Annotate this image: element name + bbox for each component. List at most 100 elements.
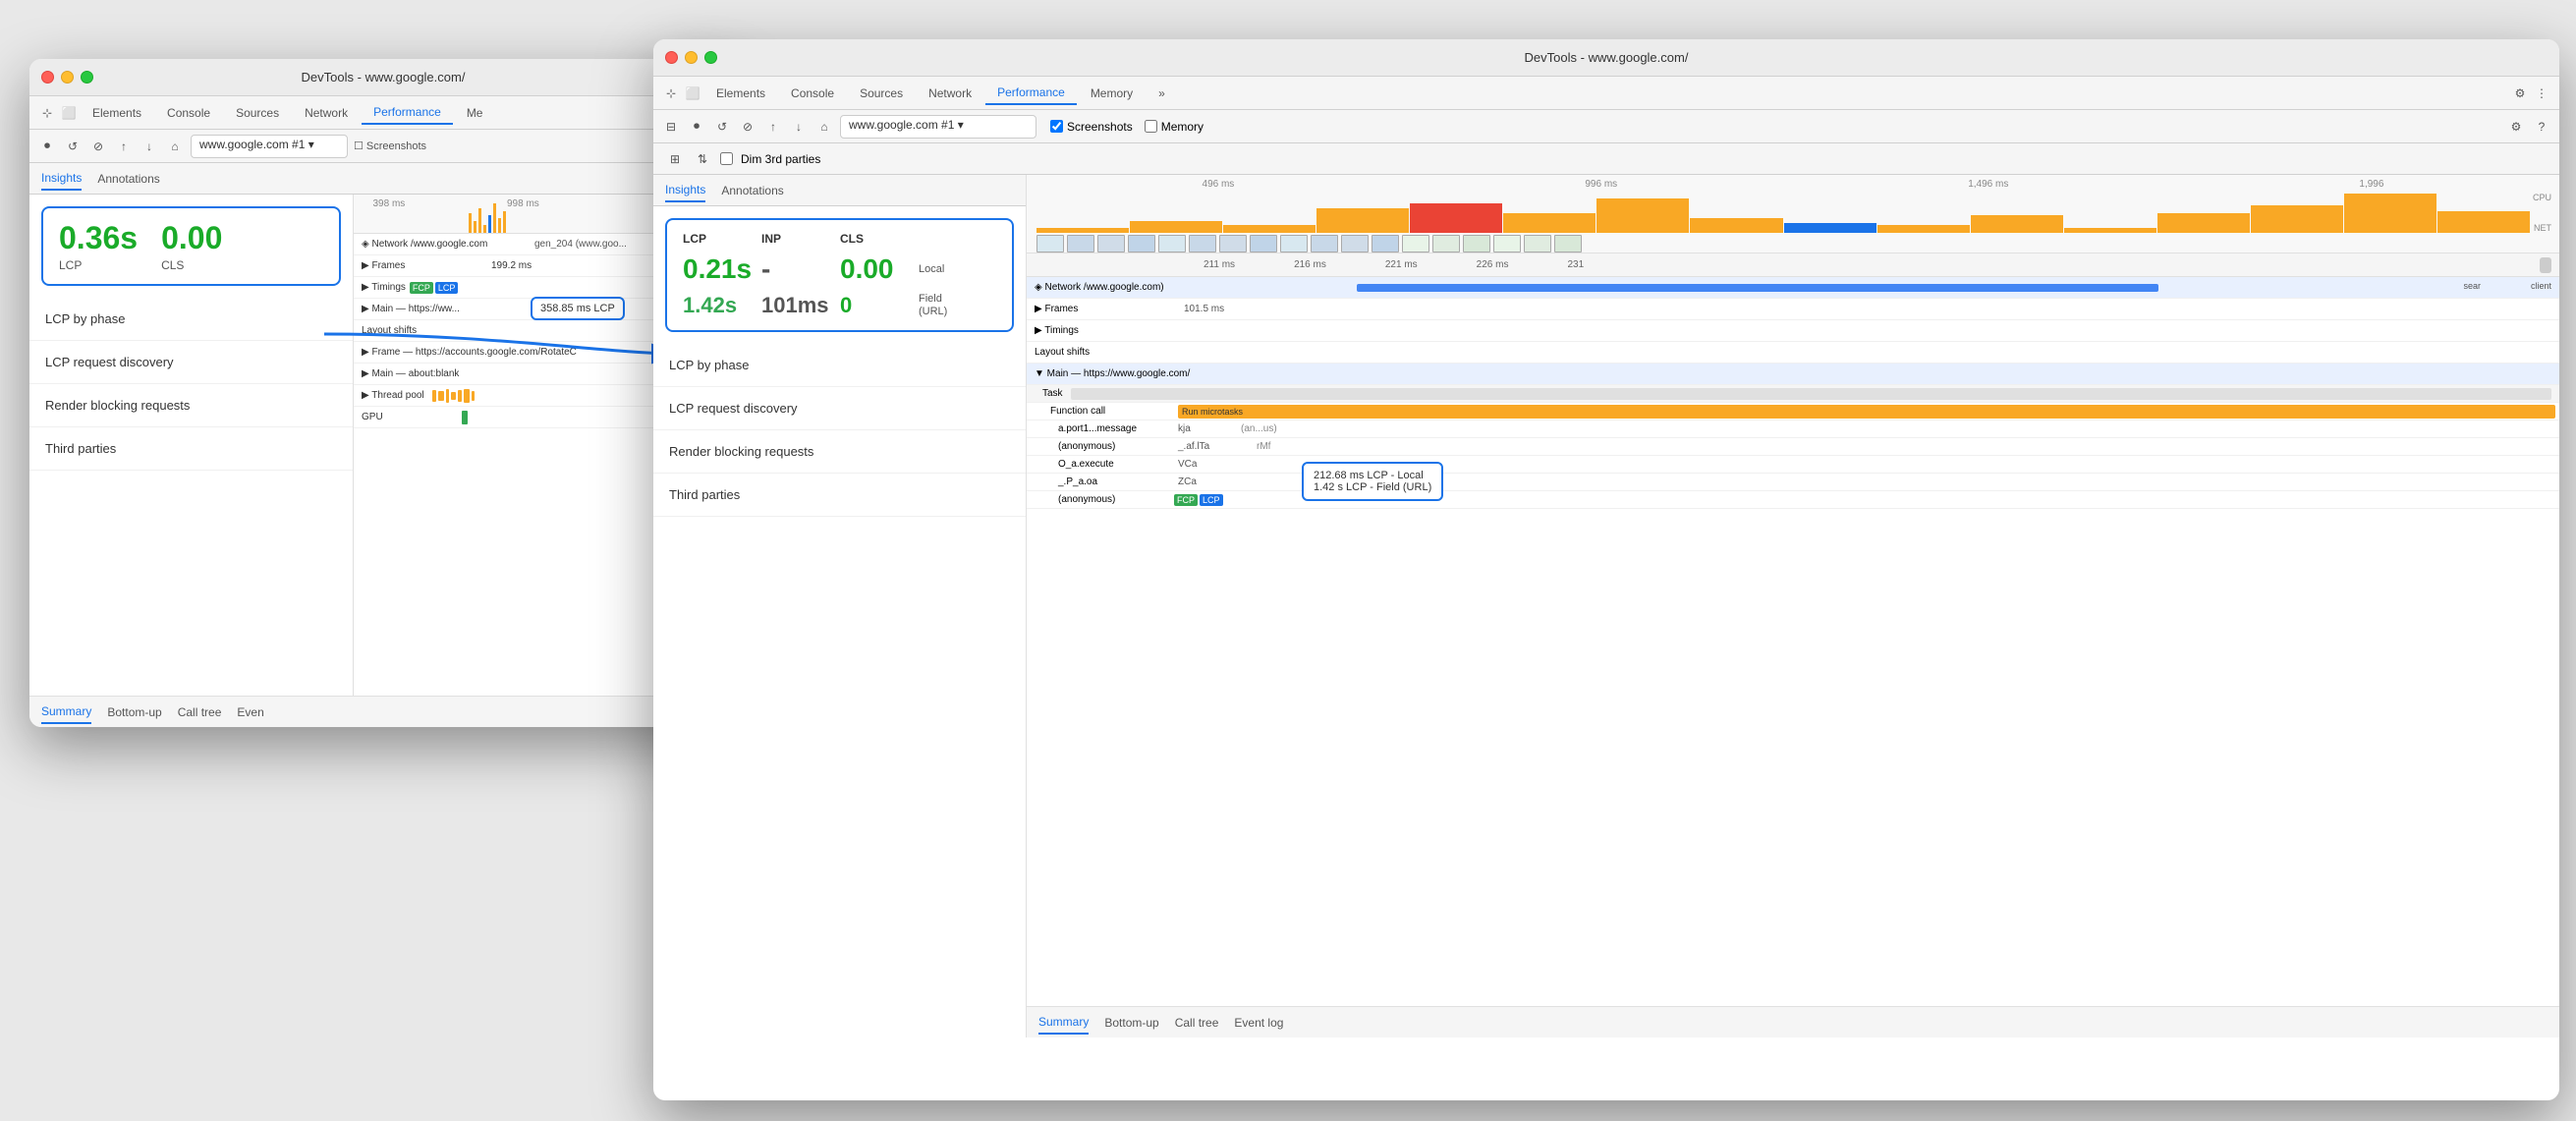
tl-frames-2: ▶ Frames	[1027, 304, 1125, 314]
insights-tab-1[interactable]: Insights	[41, 167, 82, 191]
device-icon-1[interactable]: ⬜	[59, 103, 79, 123]
annotations-tab-2[interactable]: Annotations	[721, 180, 783, 201]
download-icon-2[interactable]: ↓	[789, 117, 809, 137]
lcp-callout-text-1: 358.85 ms LCP	[540, 303, 615, 314]
record-icon-2[interactable]: ⏺	[687, 117, 706, 137]
minimize-button-1[interactable]	[61, 71, 74, 84]
tab-elements-2[interactable]: Elements	[704, 83, 777, 104]
memory-label-2: Memory	[1161, 120, 1204, 134]
time-marker-398: 398 ms	[373, 198, 406, 209]
inp-col-header: INP	[761, 232, 840, 246]
inspect-icon-2[interactable]: ⊹	[661, 84, 681, 103]
sidebar-lcp-request-1[interactable]: LCP request discovery	[29, 341, 353, 384]
fcp-tag-1: FCP	[410, 282, 433, 294]
settings-icon-addr-2[interactable]: ⚙	[2506, 117, 2526, 137]
memory-checkbox-2[interactable]	[1145, 120, 1157, 133]
tl-main-2: ▼ Main — https://www.google.com/	[1027, 368, 1190, 379]
more-icon-2[interactable]: ⋮	[2532, 84, 2551, 103]
tl-aflta-2: _.af.lTa	[1178, 441, 1257, 452]
url-input-1[interactable]: www.google.com #1 ▾	[191, 135, 348, 158]
insights-bar-2: Insights Annotations	[653, 175, 1026, 206]
home-icon-2[interactable]: ⌂	[814, 117, 834, 137]
cls-value-1: 0.00	[161, 220, 222, 256]
tab-bar-1: ⊹ ⬜ Elements Console Sources Network Per…	[29, 96, 737, 130]
settings-icon-2[interactable]: ⚙	[2510, 84, 2530, 103]
maximize-button-1[interactable]	[81, 71, 93, 84]
tl-231: 231	[1567, 259, 1584, 270]
lcp-tag-2: LCP	[1200, 494, 1223, 506]
home-icon-1[interactable]: ⌂	[165, 137, 185, 156]
tab-console-2[interactable]: Console	[779, 83, 846, 104]
inspect-icon-1[interactable]: ⊹	[37, 103, 57, 123]
sidebar-third-parties-1[interactable]: Third parties	[29, 427, 353, 471]
tl-anus-2: (an...us)	[1241, 423, 1277, 434]
sidebar-render-blocking-2[interactable]: Render blocking requests	[653, 430, 1026, 474]
screenshots-checkbox-2[interactable]	[1050, 120, 1063, 133]
tab-more-2[interactable]: »	[1147, 83, 1177, 104]
refresh-icon-2[interactable]: ↺	[712, 117, 732, 137]
sidebar-render-blocking-1[interactable]: Render blocking requests	[29, 384, 353, 427]
tab-console-1[interactable]: Console	[155, 102, 222, 124]
close-button-2[interactable]	[665, 51, 678, 64]
maximize-button-2[interactable]	[704, 51, 717, 64]
clear-icon-1[interactable]: ⊘	[88, 137, 108, 156]
download-icon-1[interactable]: ↓	[140, 137, 159, 156]
btab-eventlog-2[interactable]: Event log	[1234, 1012, 1283, 1034]
tl-rmf-2: rMf	[1257, 441, 1270, 452]
tab-network-2[interactable]: Network	[917, 83, 983, 104]
url-input-2[interactable]: www.google.com #1 ▾	[840, 115, 1036, 139]
traffic-lights-2	[665, 51, 717, 64]
btab-calltree-2[interactable]: Call tree	[1175, 1012, 1219, 1034]
scrollbar-2[interactable]	[2540, 257, 2551, 273]
local-inp-value: -	[761, 253, 840, 285]
time-996: 996 ms	[1585, 179, 1617, 190]
minimize-button-2[interactable]	[685, 51, 698, 64]
timeline-row-network-1: ◈ Network /www.google.com	[354, 239, 531, 250]
arrows-icon-2[interactable]: ⇅	[693, 149, 712, 169]
timeline-row-frame-accounts-1: ▶ Frame — https://accounts.google.com/Ro…	[354, 347, 577, 358]
bottom-tab-event-1[interactable]: Even	[237, 701, 263, 723]
timeline-network-extra-1: gen_204 (www.goo...	[534, 239, 627, 250]
help-icon-2[interactable]: ?	[2532, 117, 2551, 137]
bottom-tab-summary-1[interactable]: Summary	[41, 701, 91, 724]
btab-bottomup-2[interactable]: Bottom-up	[1104, 1012, 1158, 1034]
refresh-icon-1[interactable]: ↺	[63, 137, 83, 156]
tab-sources-1[interactable]: Sources	[224, 102, 291, 124]
tab-elements-1[interactable]: Elements	[81, 102, 153, 124]
sidebar-toggle-2[interactable]: ⊟	[661, 117, 681, 137]
tab-me-1[interactable]: Me	[455, 102, 495, 124]
field-lcp-value: 1.42s	[683, 293, 761, 318]
timeline-row-gpu-1: GPU	[354, 412, 383, 422]
annotations-tab-1[interactable]: Annotations	[97, 168, 159, 190]
upload-icon-1[interactable]: ↑	[114, 137, 134, 156]
bottom-tab-bottomup-1[interactable]: Bottom-up	[107, 701, 161, 723]
insights-tab-2[interactable]: Insights	[665, 179, 705, 202]
record-icon-1[interactable]: ⏺	[37, 137, 57, 156]
tab-network-1[interactable]: Network	[293, 102, 360, 124]
clear-icon-2[interactable]: ⊘	[738, 117, 757, 137]
tab-sources-2[interactable]: Sources	[848, 83, 915, 104]
dim3rd-checkbox-2[interactable]	[720, 152, 733, 165]
tl-vca-2: VCa	[1178, 459, 1197, 470]
sidebar-lcp-request-2[interactable]: LCP request discovery	[653, 387, 1026, 430]
close-button-1[interactable]	[41, 71, 54, 84]
traffic-lights-1	[41, 71, 93, 84]
lcp-col-header: LCP	[683, 232, 761, 246]
tl-network-2: ◈ Network /www.google.com)	[1027, 282, 1223, 293]
device-icon-2[interactable]: ⬜	[683, 84, 702, 103]
upload-icon-2[interactable]: ↑	[763, 117, 783, 137]
sidebar-third-parties-2[interactable]: Third parties	[653, 474, 1026, 517]
tl-226: 226 ms	[1477, 259, 1509, 270]
timeline-row-frames-1: ▶ Frames	[354, 260, 432, 271]
tab-memory-2[interactable]: Memory	[1079, 83, 1145, 104]
btab-summary-2[interactable]: Summary	[1038, 1011, 1089, 1035]
bottom-tab-calltree-1[interactable]: Call tree	[178, 701, 222, 723]
screenshots-label-1: ☐ Screenshots	[354, 140, 426, 152]
tab-performance-2[interactable]: Performance	[985, 82, 1077, 105]
tab-performance-1[interactable]: Performance	[362, 101, 453, 125]
timeline-row-main-blank-1: ▶ Main — about:blank	[354, 368, 459, 379]
tl-kja-2: kja	[1178, 423, 1237, 434]
network-icon-2[interactable]: ⊞	[665, 149, 685, 169]
sidebar-lcp-phase-1[interactable]: LCP by phase	[29, 298, 353, 341]
sidebar-lcp-phase-2[interactable]: LCP by phase	[653, 344, 1026, 387]
